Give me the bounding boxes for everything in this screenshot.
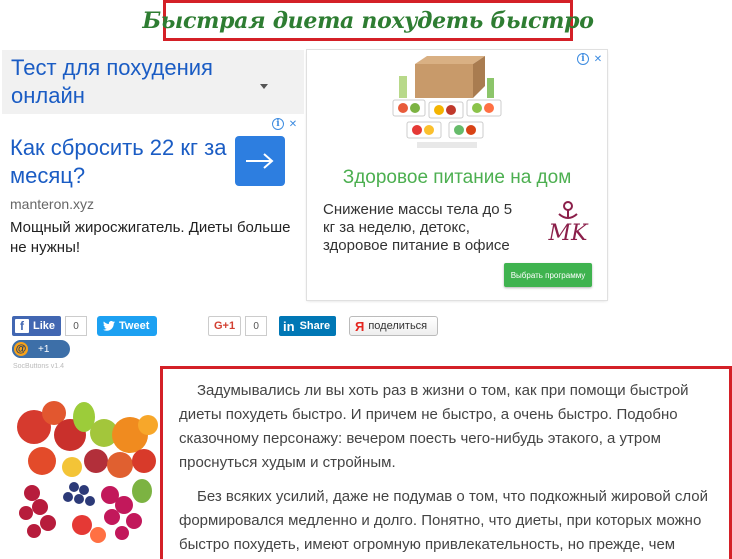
yandex-share[interactable]: Я поделиться [349,315,439,337]
mailru-at-icon: @ [12,340,30,358]
site-title-box: Быстрая диета похудеть быстро [142,0,594,41]
tweet-label: Tweet [119,320,150,332]
article-paragraph: Задумывались ли вы хоть раз в жизни о то… [179,382,689,471]
mailru-count: +1 [38,343,50,355]
brand-logo: MK [548,201,590,246]
google-plus-one[interactable]: G+1 0 [208,315,268,337]
yandex-share-label: поделиться [368,320,428,332]
google-plus-count: 0 [245,316,268,336]
meal-boxes-image [392,56,502,148]
display-ad-right[interactable]: i ✕ Здоровое питание на дом Снижение мас… [307,50,607,300]
linkedin-icon: in [283,318,295,334]
yandex-share-button[interactable]: Я поделиться [349,316,439,336]
ad-dropdown-label[interactable]: Тест для похудения онлайн [11,54,251,110]
info-icon[interactable]: i [272,118,284,130]
site-title: Быстрая диета похудеть быстро [142,7,594,34]
adchoices-right[interactable]: i ✕ [577,52,607,66]
ad-right-description[interactable]: Снижение массы тела до 5 кг за неделю, д… [323,201,513,255]
mailru-share[interactable]: @ +1 [12,338,70,360]
facebook-like-label: Like [33,320,56,332]
google-plus-button[interactable]: G+1 [208,316,242,336]
socbuttons-caption: SocButtons v1.4 [13,363,64,370]
article-paragraph: Без всяких усилий, даже не подумав о том… [179,488,709,553]
yandex-icon: Я [355,318,365,334]
info-icon[interactable]: i [577,53,589,65]
article-body: Задумывались ли вы хоть раз в жизни о то… [160,366,732,559]
ad-right-title[interactable]: Здоровое питание на дом [307,167,607,189]
close-icon[interactable]: ✕ [591,52,605,66]
logo-letters: MK [548,221,590,246]
fruit-image [17,401,158,543]
twitter-bird-icon [103,321,115,331]
facebook-like[interactable]: f Like 0 [12,315,88,337]
arrow-right-button[interactable] [235,136,285,186]
facebook-like-button[interactable]: f Like [12,316,62,336]
arrow-right-icon [246,153,274,169]
facebook-like-count: 0 [65,316,88,336]
ad-domain[interactable]: manteron.xyz [10,196,94,212]
text-ad-left[interactable]: Тест для похудения онлайн i ✕ Как сброси… [0,50,304,290]
close-icon[interactable]: ✕ [286,117,300,131]
ad-headline[interactable]: Как сбросить 22 кг за месяц? [10,134,230,190]
linkedin-share-button[interactable]: in Share [279,316,337,336]
mailru-share-button[interactable]: @ +1 [12,340,70,358]
facebook-icon: f [15,319,29,333]
linkedin-share-label: Share [299,320,331,332]
ad-description[interactable]: Мощный жиросжигатель. Диеты больше не ну… [10,218,300,258]
linkedin-share[interactable]: in Share [279,315,337,337]
chevron-down-icon[interactable] [260,84,268,89]
tweet-button[interactable]: Tweet [97,316,158,336]
ad-dropdown[interactable]: Тест для похудения онлайн [2,50,304,114]
choose-program-button[interactable]: Выбрать программу [504,263,592,287]
adchoices[interactable]: i ✕ [272,117,302,131]
twitter-tweet[interactable]: Tweet [97,315,158,337]
